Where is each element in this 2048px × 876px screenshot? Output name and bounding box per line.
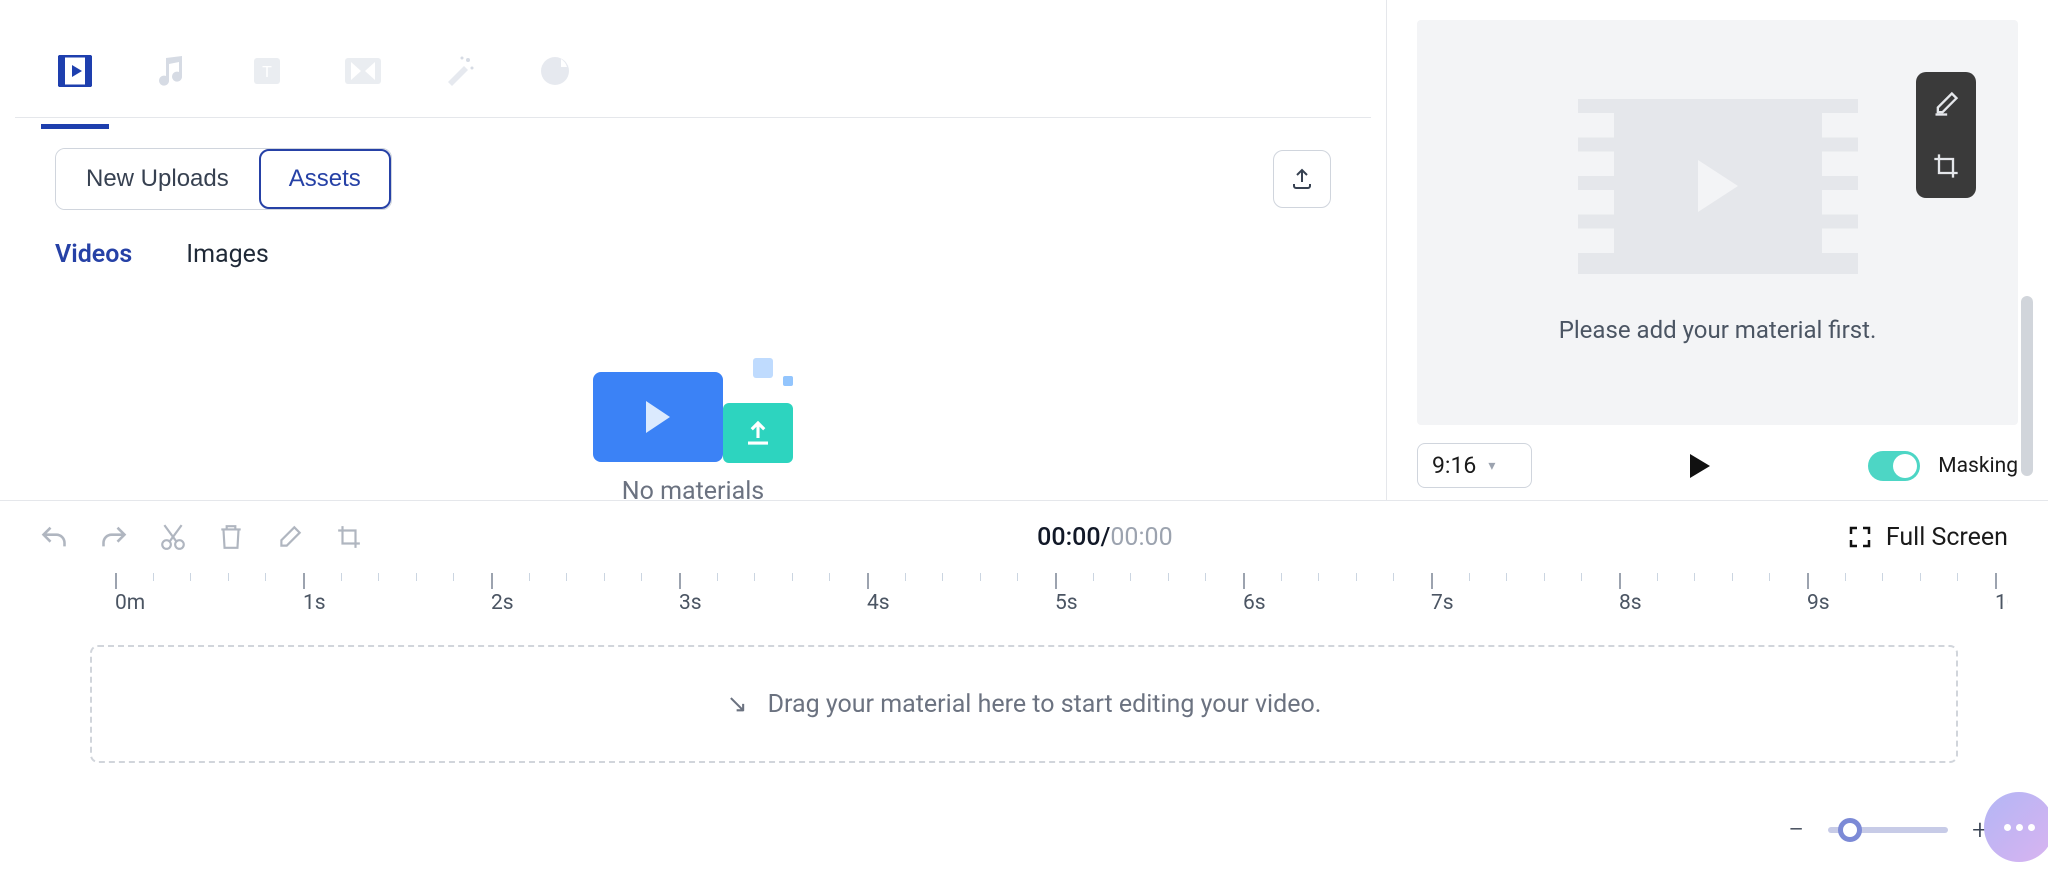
ruler-tick: 10s: [1995, 573, 2008, 615]
ruler-tick: 3s: [679, 573, 702, 615]
timeline-toolbar: 00:00/00:00 Full Screen: [0, 501, 2048, 573]
media-tab-icon[interactable]: [55, 51, 95, 91]
svg-text:T: T: [262, 64, 272, 81]
ruler-tick: 5s: [1055, 573, 1078, 615]
asset-type-tabs: Videos Images: [15, 210, 1371, 275]
preview-panel: Please add your material first. 9:16 ▾ M…: [1387, 0, 2048, 500]
ruler-tick: 2s: [491, 573, 514, 615]
transition-tab-icon[interactable]: [343, 51, 383, 91]
time-counter: 00:00/00:00: [1037, 523, 1172, 552]
empty-assets-text: No materials: [622, 477, 764, 506]
zoom-out-button[interactable]: −: [1788, 813, 1804, 846]
crop-tool-icon[interactable]: [1932, 152, 1960, 180]
fullscreen-icon: [1848, 525, 1872, 549]
ruler-tick: 4s: [867, 573, 890, 615]
aspect-ratio-select[interactable]: 9:16 ▾: [1417, 443, 1532, 488]
ruler-tick: 9s: [1807, 573, 1830, 615]
preview-placeholder-text: Please add your material first.: [1559, 314, 1877, 346]
asset-type-videos[interactable]: Videos: [55, 240, 132, 275]
empty-assets-state: No materials: [15, 275, 1371, 500]
preview-controls: 9:16 ▾ Masking: [1417, 425, 2018, 488]
ruler-tick: 6s: [1243, 573, 1266, 615]
erase-tool-icon[interactable]: [1932, 90, 1960, 118]
audio-tab-icon[interactable]: [151, 51, 191, 91]
asset-type-images[interactable]: Images: [186, 240, 269, 275]
preview-tool-panel: [1916, 72, 1976, 198]
timeline-panel: 00:00/00:00 Full Screen 0m 1s 2s 3s 4s 5s 6s 7s…: [0, 500, 2048, 876]
time-total: 00:00: [1110, 523, 1172, 552]
redo-icon[interactable]: [100, 525, 128, 549]
zoom-controls: − +: [1788, 813, 1988, 846]
aspect-ratio-value: 9:16: [1432, 452, 1476, 479]
video-placeholder-icon: [1578, 99, 1858, 274]
dropzone-arrow-icon: ↘: [727, 689, 748, 719]
source-segment: New Uploads Assets: [55, 148, 392, 210]
sticker-tab-icon[interactable]: [535, 51, 575, 91]
timeline-ruler[interactable]: 0m 1s 2s 3s 4s 5s 6s 7s 8s 9s 10s: [40, 573, 2008, 627]
masking-toggle[interactable]: [1868, 451, 1920, 481]
crop-icon[interactable]: [336, 524, 362, 550]
fullscreen-button[interactable]: Full Screen: [1848, 523, 2008, 552]
masking-label: Masking: [1938, 454, 2018, 478]
empty-illustration: [593, 358, 793, 463]
text-tab-icon[interactable]: T: [247, 51, 287, 91]
preview-canvas: Please add your material first.: [1417, 20, 2018, 425]
delete-icon[interactable]: [218, 523, 244, 551]
zoom-slider[interactable]: [1828, 827, 1948, 833]
upload-button[interactable]: [1273, 150, 1331, 208]
erase-icon[interactable]: [276, 524, 304, 550]
library-category-tabs: T: [15, 0, 1371, 118]
tab-new-uploads[interactable]: New Uploads: [56, 149, 259, 209]
effects-tab-icon[interactable]: [439, 51, 479, 91]
ruler-tick: 0m: [115, 573, 145, 615]
undo-icon[interactable]: [40, 525, 68, 549]
timeline-dropzone[interactable]: ↘ Drag your material here to start editi…: [90, 645, 1958, 763]
chevron-down-icon: ▾: [1488, 458, 1495, 474]
ruler-tick: 1s: [303, 573, 326, 615]
tab-assets[interactable]: Assets: [259, 149, 391, 209]
time-current: 00:00: [1037, 523, 1100, 552]
chat-widget[interactable]: [1984, 792, 2048, 862]
dropzone-text: Drag your material here to start editing…: [768, 690, 1322, 719]
fullscreen-label: Full Screen: [1886, 523, 2008, 552]
library-panel: T New Uploads Assets Videos Images: [0, 0, 1387, 500]
ruler-tick: 8s: [1619, 573, 1642, 615]
cut-icon[interactable]: [160, 523, 186, 551]
ruler-tick: 7s: [1431, 573, 1454, 615]
play-button[interactable]: [1690, 454, 1710, 478]
